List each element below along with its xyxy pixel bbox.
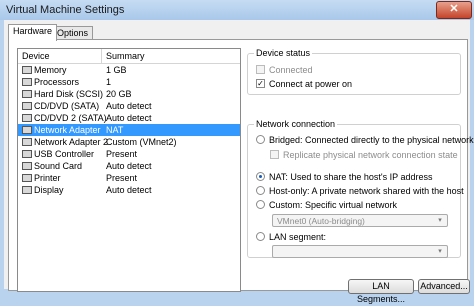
cd-dvd-icon: [22, 114, 32, 122]
bridged-radio[interactable]: [256, 135, 265, 144]
nat-label[interactable]: NAT: Used to share the host's IP address: [269, 172, 432, 183]
device-name: Sound Card: [34, 161, 83, 171]
device-name: Memory: [34, 65, 67, 75]
device-summary: Present: [106, 173, 138, 183]
hardware-panel: Device Summary Memory 1 GB Processors 1 Hard…: [8, 39, 474, 304]
custom-radio[interactable]: [256, 200, 265, 209]
close-button[interactable]: ✕: [436, 1, 472, 19]
advanced-button[interactable]: Advanced...: [418, 279, 470, 294]
network-adapter-icon: [22, 138, 32, 146]
dialog-body: Hardware Options Device Summary Memory 1 …: [4, 20, 474, 304]
chevron-down-icon: ▾: [438, 217, 442, 224]
device-status-group: Device status Connected ✓ Connect at pow…: [247, 48, 461, 95]
usb-controller-icon: [22, 150, 32, 158]
device-name: USB Controller: [34, 149, 95, 159]
device-row[interactable]: USB Controller Present: [18, 148, 240, 160]
device-name: CD/DVD (SATA): [34, 101, 100, 111]
column-divider[interactable]: [101, 49, 102, 63]
device-summary: 1 GB: [106, 65, 127, 75]
lan-segment-select: ▾: [272, 245, 448, 258]
device-column-header[interactable]: Device: [22, 51, 50, 61]
summary-column-header[interactable]: Summary: [106, 51, 145, 61]
device-rows: Memory 1 GB Processors 1 Hard Disk (SCSI) 20 …: [18, 64, 240, 196]
lan-segment-radio[interactable]: [256, 232, 265, 241]
device-summary: Auto detect: [106, 161, 152, 171]
device-name: Network Adapter 2: [34, 137, 109, 147]
display-icon: [22, 186, 32, 194]
device-row[interactable]: Network Adapter NAT: [18, 124, 240, 136]
device-row[interactable]: Display Auto detect: [18, 184, 240, 196]
checkmark-icon: ✓: [257, 79, 264, 88]
device-name: Network Adapter: [34, 125, 101, 135]
window-title: Virtual Machine Settings: [6, 4, 125, 16]
device-name: Processors: [34, 77, 80, 87]
replicate-checkbox: [270, 150, 279, 159]
device-summary: Auto detect: [106, 185, 152, 195]
device-summary: Auto detect: [106, 101, 152, 111]
replicate-label: Replicate physical network connection st…: [283, 150, 458, 160]
custom-label[interactable]: Custom: Specific virtual network: [269, 200, 397, 211]
sound-card-icon: [22, 162, 32, 170]
processor-icon: [22, 78, 32, 86]
device-row[interactable]: Processors 1: [18, 76, 240, 88]
lan-segments-button[interactable]: LAN Segments...: [348, 279, 414, 304]
close-icon: ✕: [449, 3, 459, 15]
tab-options[interactable]: Options: [52, 26, 94, 40]
device-row[interactable]: Hard Disk (SCSI) 20 GB: [18, 88, 240, 100]
tab-hardware[interactable]: Hardware: [8, 24, 58, 41]
connect-at-power-on-checkbox[interactable]: ✓: [256, 79, 265, 88]
device-row[interactable]: Sound Card Auto detect: [18, 160, 240, 172]
nat-radio[interactable]: [256, 172, 265, 181]
bridged-label[interactable]: Bridged: Connected directly to the physi…: [269, 135, 474, 146]
memory-icon: [22, 66, 32, 74]
device-row[interactable]: CD/DVD (SATA) Auto detect: [18, 100, 240, 112]
device-name: Hard Disk (SCSI): [34, 89, 104, 99]
device-summary: Custom (VMnet2): [106, 137, 177, 147]
connected-checkbox: [256, 65, 265, 74]
device-name: Printer: [34, 173, 61, 183]
device-summary: Auto detect: [106, 113, 152, 123]
device-summary: 20 GB: [106, 89, 132, 99]
device-list-header: Device Summary: [18, 49, 240, 64]
device-summary: NAT: [106, 125, 124, 135]
device-status-title: Device status: [254, 48, 313, 58]
title-bar[interactable]: Virtual Machine Settings ✕: [0, 0, 474, 20]
device-name: CD/DVD 2 (SATA): [34, 113, 107, 123]
device-summary: Present: [106, 149, 138, 159]
cd-dvd-icon: [22, 102, 32, 110]
device-name: Display: [34, 185, 64, 195]
printer-icon: [22, 174, 32, 182]
host-only-radio[interactable]: [256, 186, 265, 195]
device-row[interactable]: Memory 1 GB: [18, 64, 240, 76]
device-row[interactable]: CD/DVD 2 (SATA) Auto detect: [18, 112, 240, 124]
connected-label: Connected: [269, 65, 313, 75]
network-connection-group: Network connection Bridged: Connected di…: [247, 119, 474, 258]
hard-disk-icon: [22, 90, 32, 98]
host-only-label[interactable]: Host-only: A private network shared with…: [269, 186, 464, 197]
chevron-down-icon: ▾: [438, 248, 442, 255]
custom-network-select: VMnet0 (Auto-bridging) ▾: [272, 214, 448, 227]
device-row[interactable]: Network Adapter 2 Custom (VMnet2): [18, 136, 240, 148]
device-summary: 1: [106, 77, 112, 87]
device-row[interactable]: Printer Present: [18, 172, 240, 184]
custom-network-value: VMnet0 (Auto-bridging): [277, 216, 365, 226]
network-connection-title: Network connection: [254, 119, 338, 129]
device-list[interactable]: Device Summary Memory 1 GB Processors 1 Hard…: [17, 48, 241, 292]
connect-at-power-on-label[interactable]: Connect at power on: [269, 79, 352, 90]
network-adapter-icon: [22, 126, 32, 134]
lan-segment-label[interactable]: LAN segment:: [269, 232, 326, 243]
